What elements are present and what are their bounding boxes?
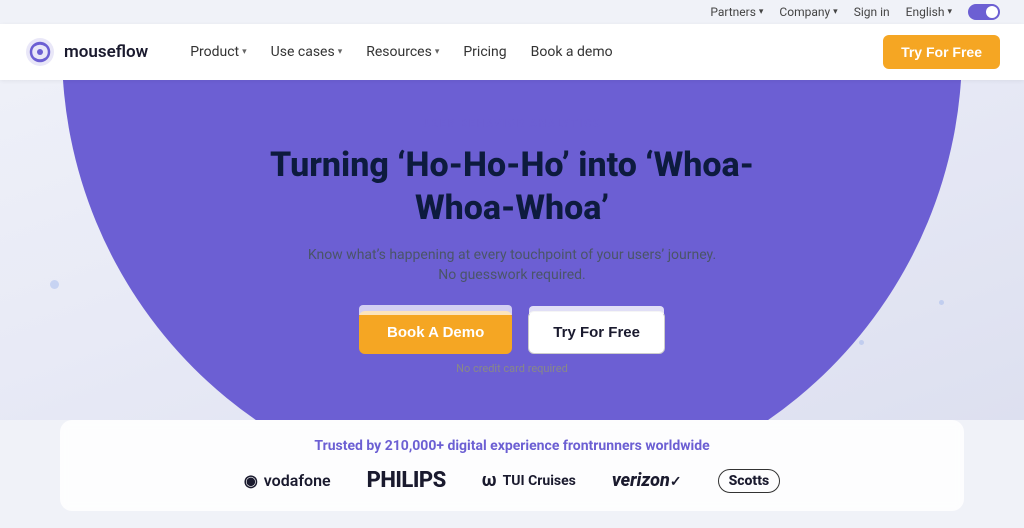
trusted-text: Trusted by 210,000+ digital experience f… (92, 438, 932, 454)
nav-product-label: Product (190, 44, 239, 60)
philips-logo: PHILIPS (367, 468, 446, 493)
top-bar: Partners ▾ Company ▾ Sign in English ▾ (0, 0, 1024, 24)
partners-chevron: ▾ (759, 7, 764, 17)
tui-logo: ω TUI Cruises (482, 470, 576, 491)
company-label: Company (779, 5, 830, 19)
logo-text: mouseflow (64, 42, 148, 62)
trusted-bar: Trusted by 210,000+ digital experience f… (60, 420, 964, 511)
language-menu[interactable]: English ▾ (906, 5, 952, 19)
company-chevron: ▾ (833, 7, 838, 17)
try-for-free-button[interactable]: Try For Free (883, 35, 1000, 69)
hero-content: User Behavior Analytics Turning ‘Ho-Ho-H… (24, 112, 1000, 375)
hero-badge: User Behavior Analytics (423, 117, 601, 130)
nav-product-chevron: ▾ (242, 47, 247, 57)
language-label: English (906, 5, 945, 19)
scotts-label: Scotts (729, 473, 770, 489)
partners-label: Partners (710, 5, 756, 19)
philips-label: PHILIPS (367, 468, 446, 493)
verizon-logo: verizon✓ (612, 470, 682, 491)
nav-book-demo[interactable]: Book a demo (521, 36, 623, 68)
nav-links: Product ▾ Use cases ▾ Resources ▾ Pricin… (180, 36, 883, 68)
trusted-highlight: 210,000+ digital experience frontrunners (385, 438, 642, 454)
nav-resources-label: Resources (366, 44, 432, 60)
tui-label: TUI Cruises (503, 473, 576, 489)
signin-link[interactable]: Sign in (854, 5, 890, 19)
try-free-button[interactable]: Try For Free (528, 311, 665, 354)
logo-icon (24, 36, 56, 68)
hero-section: User Behavior Analytics Turning ‘Ho-Ho-H… (0, 80, 1024, 420)
main-navbar: mouseflow Product ▾ Use cases ▾ Resource… (0, 24, 1024, 80)
brand-logos-row: ◉ vodafone PHILIPS ω TUI Cruises verizon… (92, 468, 932, 493)
scotts-logo: Scotts (718, 469, 781, 493)
company-menu[interactable]: Company ▾ (779, 5, 837, 19)
theme-toggle[interactable] (968, 4, 1000, 20)
nav-book-demo-label: Book a demo (531, 44, 613, 60)
vodafone-icon: ◉ (244, 471, 258, 490)
nav-use-cases[interactable]: Use cases ▾ (261, 36, 353, 68)
nav-pricing[interactable]: Pricing (453, 36, 516, 68)
signin-label: Sign in (854, 5, 890, 19)
nav-use-cases-chevron: ▾ (338, 47, 343, 57)
nav-product[interactable]: Product ▾ (180, 36, 256, 68)
hero-buttons: Book A Demo Try For Free (24, 311, 1000, 354)
vodafone-label: vodafone (264, 471, 331, 490)
trusted-prefix: Trusted by (314, 438, 384, 454)
hero-subtitle: Know what’s happening at every touchpoin… (24, 247, 1000, 263)
hero-title: Turning ‘Ho-Ho-Ho’ into ‘Whoa-Whoa-Whoa’ (232, 144, 792, 229)
no-credit-card-text: No credit card required (24, 362, 1000, 375)
language-chevron: ▾ (947, 7, 952, 17)
nav-actions: Try For Free (883, 35, 1000, 69)
theme-toggle-wrap (968, 4, 1000, 20)
partners-menu[interactable]: Partners ▾ (710, 5, 763, 19)
nav-resources[interactable]: Resources ▾ (356, 36, 449, 68)
trusted-suffix: worldwide (645, 438, 709, 454)
book-demo-button[interactable]: Book A Demo (359, 311, 512, 354)
vodafone-logo: ◉ vodafone (244, 471, 331, 490)
logo[interactable]: mouseflow (24, 36, 148, 68)
tui-icon: ω (482, 470, 497, 491)
nav-resources-chevron: ▾ (435, 47, 440, 57)
nav-pricing-label: Pricing (463, 44, 506, 60)
verizon-label: verizon✓ (612, 470, 682, 491)
nav-use-cases-label: Use cases (271, 44, 335, 60)
hero-subtitle2: No guesswork required. (24, 267, 1000, 283)
